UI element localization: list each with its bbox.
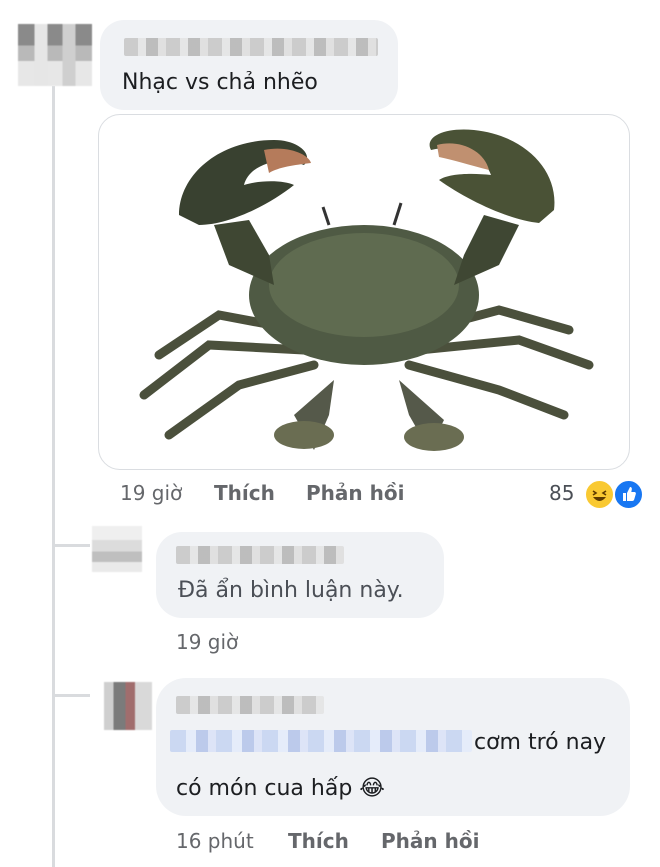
- crab-image: [139, 129, 594, 451]
- hidden-comment-text: Đã ẩn bình luận này.: [178, 578, 404, 603]
- reply-time[interactable]: 19 giờ: [176, 630, 238, 654]
- thread-line-main: [52, 86, 55, 867]
- author-name-redacted[interactable]: [176, 546, 344, 564]
- like-icon[interactable]: [613, 479, 644, 510]
- avatar[interactable]: [18, 24, 92, 86]
- author-name-redacted[interactable]: [124, 38, 378, 56]
- author-name-redacted[interactable]: [176, 696, 324, 714]
- comment-time[interactable]: 19 giờ: [120, 481, 182, 505]
- reply-button[interactable]: Phản hồi: [306, 481, 404, 505]
- comment-text: Nhạc vs chả nhẽo: [122, 70, 318, 95]
- like-button[interactable]: Thích: [214, 481, 275, 505]
- like-button[interactable]: Thích: [288, 829, 349, 853]
- reply-bubble[interactable]: Đã ẩn bình luận này.: [156, 532, 444, 618]
- reply-bubble[interactable]: cơm tró nay có món cua hấp 😂: [156, 678, 630, 816]
- reply-text-line1: cơm tró nay: [474, 730, 607, 755]
- mention-redacted[interactable]: [170, 730, 472, 752]
- haha-icon[interactable]: [584, 479, 615, 510]
- reply-time[interactable]: 16 phút: [176, 829, 254, 853]
- comment-image[interactable]: [98, 114, 630, 470]
- reaction-count[interactable]: 85: [549, 481, 574, 505]
- laughing-emoji: 😂: [359, 776, 385, 801]
- reply-text-line2: có món cua hấp 😂: [176, 776, 385, 801]
- avatar[interactable]: [104, 682, 152, 730]
- reply-button[interactable]: Phản hồi: [381, 829, 479, 853]
- comment-bubble[interactable]: Nhạc vs chả nhẽo: [100, 20, 398, 110]
- thread-line-connector-1: [52, 544, 90, 547]
- avatar[interactable]: [92, 526, 142, 572]
- thread-line-connector-2: [52, 694, 90, 697]
- reply-text: có món cua hấp: [176, 776, 353, 801]
